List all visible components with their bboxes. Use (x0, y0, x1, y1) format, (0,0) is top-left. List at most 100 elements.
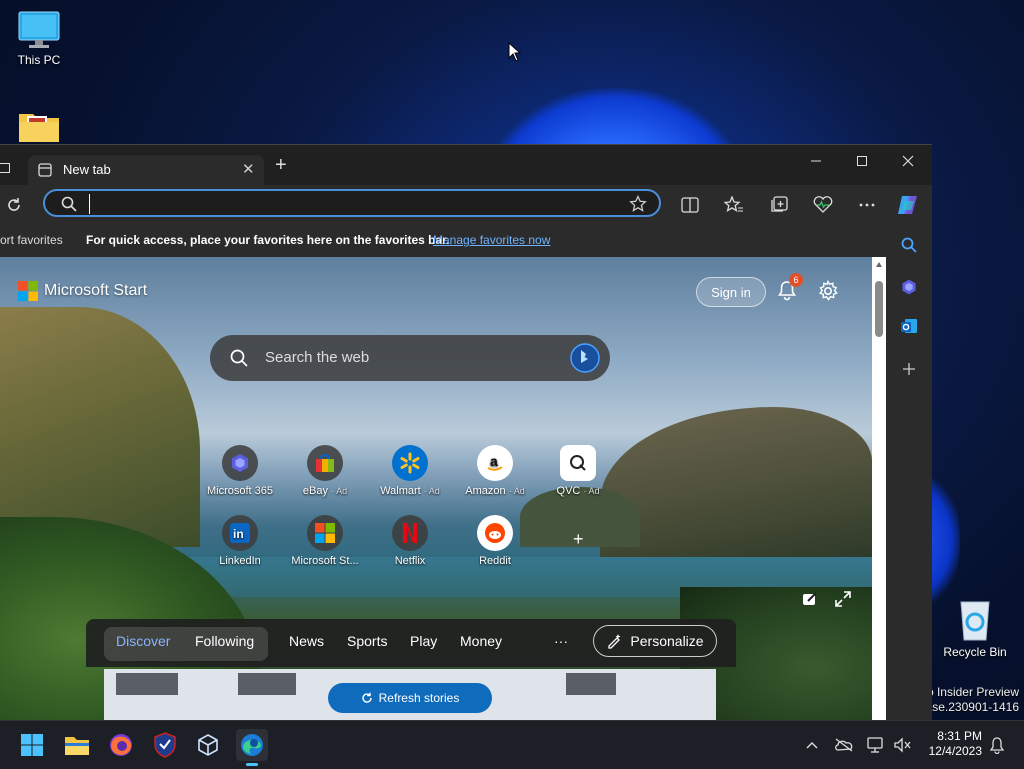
close-icon (902, 155, 914, 167)
taskbar-virtualbox[interactable] (192, 729, 224, 761)
edge-browser-window: New tab ✕ + ort favorites For quick acce… (0, 144, 932, 721)
quick-link-linkedin[interactable]: in LinkedIn (200, 515, 280, 567)
minimize-button[interactable] (793, 145, 839, 177)
show-hidden-icons-chevron-icon[interactable] (802, 735, 822, 755)
shield-icon (154, 732, 176, 758)
search-placeholder: Search the web (265, 349, 370, 366)
close-window-button[interactable] (885, 145, 931, 177)
story-image-window (116, 673, 178, 695)
sidebar-search-icon[interactable] (897, 233, 921, 257)
quick-link-walmart[interactable]: Walmart · Ad (370, 445, 450, 497)
scroll-thumb[interactable] (875, 281, 883, 337)
mouse-cursor-icon (508, 42, 522, 62)
desktop-icon-recycle-bin[interactable]: Recycle Bin (936, 596, 1014, 659)
build-watermark: o Insider Preview ease.230901-1416 (919, 685, 1019, 715)
page-scrollbar[interactable] (872, 257, 886, 721)
add-shortcut-button[interactable]: + (573, 529, 584, 550)
windows-logo-icon (21, 734, 43, 756)
maximize-button[interactable] (839, 145, 885, 177)
tab-following[interactable]: Following (195, 633, 254, 649)
walmart-icon (400, 452, 420, 474)
clock-time: 8:31 PM (937, 729, 982, 743)
svg-text:a: a (490, 453, 498, 469)
tab-new-tab[interactable]: New tab ✕ (28, 155, 264, 185)
quick-link-microsoft-365[interactable]: Microsoft 365 (200, 445, 280, 497)
sidebar-outlook-icon[interactable] (897, 314, 921, 338)
taskbar-edge[interactable] (236, 729, 268, 766)
taskbar-security-app[interactable] (149, 729, 181, 761)
tab-money[interactable]: Money (460, 633, 502, 649)
split-screen-icon[interactable] (678, 193, 702, 217)
notifications-button[interactable]: 6 (776, 273, 803, 305)
more-tabs-button[interactable]: ··· (554, 633, 568, 649)
quick-link-amazon[interactable]: a Amazon · Ad (455, 445, 535, 497)
edit-background-icon[interactable] (802, 591, 818, 607)
tab-sports[interactable]: Sports (347, 633, 387, 649)
edge-sidebar (886, 225, 932, 721)
quick-link-ebay[interactable]: eBay · Ad (285, 445, 365, 497)
more-options-icon[interactable] (855, 193, 879, 217)
active-app-indicator (246, 763, 258, 766)
tab-news[interactable]: News (289, 633, 324, 649)
tab-discover[interactable]: Discover (116, 633, 170, 649)
close-tab-icon[interactable]: ✕ (242, 160, 255, 178)
import-favorites-link[interactable]: ort favorites (0, 233, 63, 247)
sidebar-m365-icon[interactable] (897, 275, 921, 299)
notification-badge: 6 (789, 273, 803, 287)
quick-link-reddit[interactable]: Reddit (455, 515, 535, 567)
tab-actions-icon[interactable] (0, 163, 10, 173)
linkedin-icon: in (230, 523, 250, 543)
desktop-icon-label: Recycle Bin (943, 645, 1007, 659)
desktop-icon-folder[interactable] (0, 108, 78, 147)
expand-icon[interactable] (835, 591, 851, 607)
network-icon[interactable] (866, 735, 886, 755)
desktop-icon-this-pc[interactable]: This PC (0, 10, 78, 67)
ms-store-icon (315, 523, 335, 543)
settings-gear-icon[interactable] (817, 280, 839, 302)
refresh-icon[interactable] (5, 196, 23, 214)
browser-essentials-icon[interactable] (811, 193, 835, 217)
address-input[interactable] (89, 194, 594, 214)
folder-icon (19, 114, 59, 142)
volume-muted-icon[interactable] (892, 735, 912, 755)
tile-label: eBay (302, 485, 328, 497)
search-icon (230, 349, 248, 367)
new-tab-page-icon (38, 163, 52, 177)
amazon-icon: a (487, 453, 503, 471)
tile-label: Netflix (394, 555, 426, 567)
scroll-up-arrow-icon[interactable] (876, 262, 882, 267)
favorites-icon[interactable] (722, 193, 746, 217)
start-button[interactable] (16, 729, 48, 761)
web-search-box[interactable]: Search the web (210, 335, 610, 381)
story-image-window (566, 673, 616, 695)
quick-link-netflix[interactable]: Netflix (370, 515, 450, 567)
microsoft-start-logo[interactable]: Microsoft Start (18, 281, 147, 301)
taskbar-file-explorer[interactable] (61, 729, 93, 761)
address-bar[interactable] (43, 189, 661, 217)
taskbar-firefox[interactable] (105, 729, 137, 761)
ad-label: · Ad (331, 486, 348, 496)
title-bar: New tab ✕ + (0, 145, 932, 185)
m365-icon (232, 454, 248, 472)
bing-chat-icon[interactable] (570, 343, 600, 373)
manage-favorites-link[interactable]: Manage favorites now (433, 233, 550, 247)
favorites-bar: ort favorites For quick access, place yo… (0, 225, 932, 257)
favorite-star-icon[interactable] (629, 195, 647, 213)
tab-play[interactable]: Play (410, 633, 437, 649)
story-image-window (238, 673, 296, 695)
new-tab-button[interactable]: + (275, 155, 287, 175)
refresh-stories-button[interactable]: Refresh stories (328, 683, 492, 713)
toolbar (0, 185, 932, 225)
notification-bell-icon[interactable] (987, 735, 1007, 755)
sidebar-add-icon[interactable] (897, 357, 921, 381)
quick-link-qvc[interactable]: QVC · Ad (538, 445, 618, 497)
sign-in-button[interactable]: Sign in (696, 277, 766, 307)
headland-right (600, 407, 872, 557)
quick-link-microsoft-store[interactable]: Microsoft St... (285, 515, 365, 567)
copilot-icon[interactable] (896, 193, 920, 217)
onedrive-icon[interactable] (834, 735, 854, 755)
personalize-button[interactable]: Personalize (593, 625, 717, 657)
qvc-icon (570, 455, 586, 471)
system-clock[interactable]: 8:31 PM 12/4/2023 (918, 729, 982, 759)
collections-icon[interactable] (767, 193, 791, 217)
